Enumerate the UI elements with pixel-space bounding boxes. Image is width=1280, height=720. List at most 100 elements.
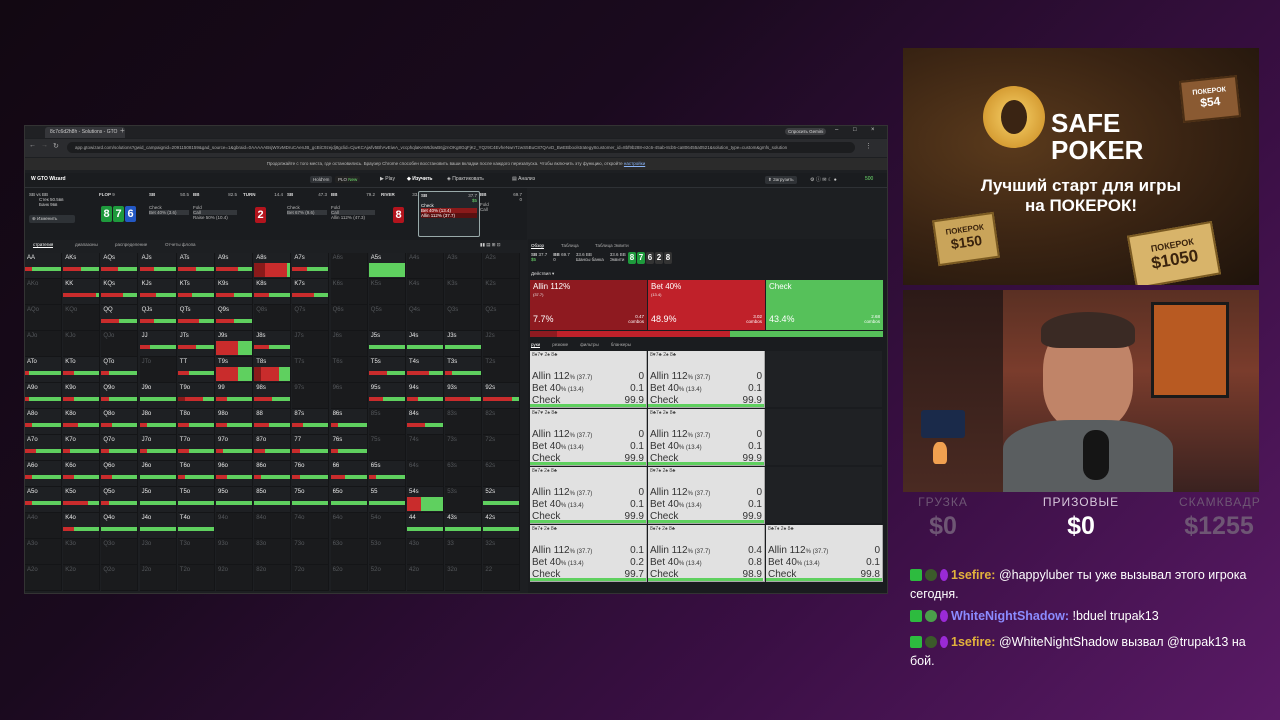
hand-cell[interactable]: 43o <box>407 539 444 565</box>
hand-cell[interactable]: A2s <box>483 253 521 279</box>
hand-cell[interactable]: T2s <box>483 357 521 383</box>
grid-view-icons[interactable]: ▮▮ ▤ ⊞ ⊡ <box>480 242 501 248</box>
hand-cell[interactable]: K8o <box>63 409 101 435</box>
hand-cell[interactable]: AQs <box>101 253 139 279</box>
hand-cell[interactable]: Q9o <box>101 383 139 409</box>
hand-cell[interactable]: K9o <box>63 383 101 409</box>
hand-cell[interactable]: 74s <box>407 435 444 461</box>
hand-cell[interactable]: KTs <box>177 279 215 305</box>
tab-blockers[interactable]: бланкеры <box>611 342 631 348</box>
hand-cell[interactable]: T6s <box>330 357 368 383</box>
upload-button[interactable]: ⬆ Загрузить <box>765 176 797 184</box>
hand-cell[interactable]: A8o <box>25 409 62 435</box>
hand-cell[interactable]: JTo <box>139 357 177 383</box>
hand-cell[interactable]: 75s <box>368 435 406 461</box>
plo-toggle[interactable]: PLO New <box>335 176 361 183</box>
hand-cell[interactable]: 62s <box>483 461 521 487</box>
hand-cell[interactable]: Q9s <box>216 305 253 331</box>
hand-cell[interactable]: T5o <box>177 487 215 513</box>
hand-cell[interactable]: 93o <box>216 539 253 565</box>
hand-cell[interactable]: 22 <box>483 565 521 591</box>
hand-cell[interactable]: Q2o <box>101 565 139 591</box>
hand-cell[interactable]: 82s <box>483 409 521 435</box>
hand-cell[interactable]: K7o <box>63 435 101 461</box>
hand-cell[interactable]: QJo <box>101 331 139 357</box>
hand-cell[interactable]: 85s <box>368 409 406 435</box>
hand-cell[interactable]: A6s <box>330 253 368 279</box>
hand-cell[interactable]: Q6s <box>330 305 368 331</box>
hand-cell[interactable]: 98o <box>216 409 253 435</box>
hand-cell[interactable]: K6s <box>330 279 368 305</box>
street-flop[interactable]: FLOP 9 8 7 6 <box>99 192 143 232</box>
hand-cell[interactable]: AA <box>25 253 62 279</box>
hand-cell[interactable]: 42o <box>407 565 444 591</box>
hand-cell[interactable]: 86s <box>330 409 368 435</box>
hand-cell[interactable]: A6o <box>25 461 62 487</box>
holdem-toggle[interactable]: Hold'em <box>310 176 333 183</box>
hand-combo-tile[interactable]: 8♣7♠ 2♠ 8♣ Allin 112% (37.7) 0 Bet 40% (13.… <box>648 409 765 466</box>
hand-cell[interactable]: 73s <box>445 435 483 461</box>
hand-cell[interactable]: 84o <box>254 513 292 539</box>
hand-cell[interactable]: 87s <box>292 409 330 435</box>
hand-cell[interactable]: A9o <box>25 383 62 409</box>
hand-cell[interactable]: T4s <box>407 357 444 383</box>
action-check[interactable]: Check 43.4% 2.68 combos <box>766 280 883 330</box>
app-logo[interactable]: W GTO Wizard <box>31 176 66 182</box>
hand-cell[interactable]: 65s <box>368 461 406 487</box>
new-tab-icon[interactable]: + <box>120 126 125 135</box>
hand-cell[interactable]: QTs <box>177 305 215 331</box>
hand-cell[interactable]: 75o <box>292 487 330 513</box>
hand-cell[interactable]: J2s <box>483 331 521 357</box>
hand-cell[interactable]: T7s <box>292 357 330 383</box>
hand-cell[interactable]: 82o <box>254 565 292 591</box>
hand-cell[interactable]: A8s <box>254 253 292 279</box>
tab-distribution[interactable]: распределение <box>115 242 147 247</box>
hand-cell[interactable]: T5s <box>368 357 406 383</box>
street-turn[interactable]: TURN 14.4 2 <box>243 192 283 232</box>
hand-cell[interactable]: T6o <box>177 461 215 487</box>
chat-username[interactable]: 1sefire: <box>951 568 995 582</box>
hand-cell[interactable]: 92o <box>216 565 253 591</box>
hand-cell[interactable]: J4o <box>139 513 177 539</box>
hand-combo-tile[interactable]: 8♥7♣ 2♠ 8♣ Allin 112% (37.7) 0 Bet 40% (13.… <box>648 351 765 408</box>
hand-cell[interactable]: 95o <box>216 487 253 513</box>
tab-summary[interactable]: резюме <box>552 342 568 348</box>
hand-cell[interactable]: 83s <box>445 409 483 435</box>
street-sb-turn[interactable]: SB 47.3 Check Bet 67% (9.6) <box>287 192 327 232</box>
street-bb-turn[interactable]: BB 79.2 Fold Call Allin 112% (47.3) <box>331 192 375 232</box>
hand-cell[interactable]: J7s <box>292 331 330 357</box>
hand-combo-tile[interactable]: 8♠7♦ 2♠ 8♣ Allin 112% (37.7) 0.4 Bet 40% (1… <box>648 525 765 582</box>
street-bb-flop[interactable]: BB 82.5 Fold Call Raise 50% (10.4) <box>193 192 237 232</box>
hand-cell[interactable]: 88 <box>254 409 292 435</box>
nav-play[interactable]: ▶ Play <box>380 176 395 182</box>
maximize-icon[interactable]: □ <box>853 127 857 133</box>
hand-cell[interactable]: 44 <box>407 513 444 539</box>
hand-cell[interactable]: QQ <box>101 305 139 331</box>
hand-cell[interactable]: J8o <box>139 409 177 435</box>
hand-cell[interactable]: 53o <box>368 539 406 565</box>
hand-cell[interactable]: KJs <box>139 279 177 305</box>
minimize-icon[interactable]: – <box>835 127 838 133</box>
hand-cell[interactable]: QTo <box>101 357 139 383</box>
hand-cell[interactable]: Q3o <box>101 539 139 565</box>
menu-icon[interactable]: ⋮ <box>865 142 872 150</box>
hand-cell[interactable]: 63o <box>330 539 368 565</box>
actions-dropdown[interactable]: Действия ▾ <box>531 271 554 277</box>
hand-combo-tile[interactable]: 8♥7♠ 2♠ 8♣ Allin 112% (37.7) 0 Bet 40% (13.… <box>648 467 765 524</box>
hand-cell[interactable]: J3s <box>445 331 483 357</box>
hand-cell[interactable]: 63s <box>445 461 483 487</box>
hand-cell[interactable]: 52s <box>483 487 521 513</box>
hand-cell[interactable]: J8s <box>254 331 292 357</box>
hand-cell[interactable]: 95s <box>368 383 406 409</box>
hand-cell[interactable]: A3o <box>25 539 62 565</box>
forward-icon[interactable]: → <box>41 142 48 149</box>
hand-cell[interactable]: 66 <box>330 461 368 487</box>
hand-cell[interactable]: A4s <box>407 253 444 279</box>
hand-cell[interactable]: J7o <box>139 435 177 461</box>
tab-flop-reports[interactable]: Отчеты флопа <box>165 242 196 247</box>
hand-cell[interactable]: Q7o <box>101 435 139 461</box>
hand-cell[interactable]: 65o <box>330 487 368 513</box>
hand-cell[interactable]: 74o <box>292 513 330 539</box>
nav-study[interactable]: ◆ Изучить <box>407 176 432 182</box>
street-sb-flop[interactable]: SB 50.5 Check Bet 40% (3.6) <box>149 192 189 232</box>
